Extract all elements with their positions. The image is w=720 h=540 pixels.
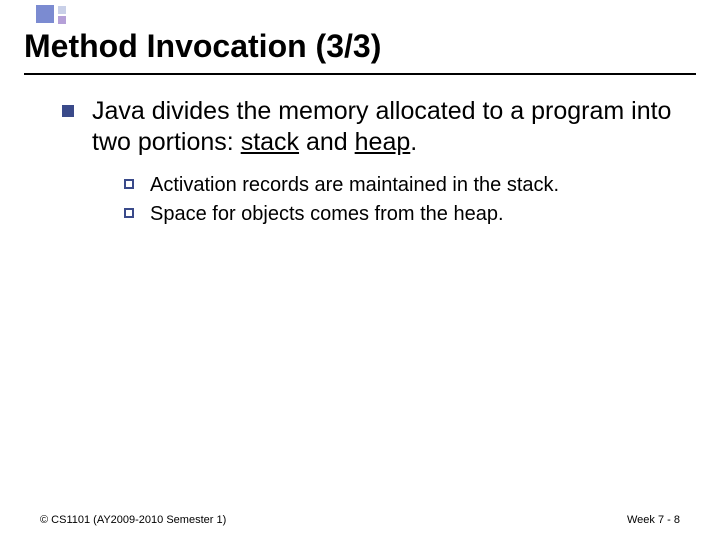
hollow-square-bullet-icon <box>124 179 134 189</box>
bullet-item: Java divides the memory allocated to a p… <box>62 96 680 159</box>
square-bullet-icon <box>62 105 74 117</box>
sub-bullet-group: Activation records are maintained in the… <box>124 173 680 227</box>
text-segment: . <box>410 128 417 156</box>
footer-page-number: Week 7 - 8 <box>627 514 680 526</box>
corner-decoration <box>36 0 80 28</box>
sub-bullet-item: Space for objects comes from the heap. <box>124 202 680 227</box>
decoration-square-icon <box>58 6 66 14</box>
sub-bullet-text: Space for objects comes from the heap. <box>150 202 504 227</box>
sub-bullet-text: Activation records are maintained in the… <box>150 173 559 198</box>
slide: Method Invocation (3/3) Java divides the… <box>0 0 720 540</box>
underlined-term: heap <box>355 128 411 156</box>
decoration-square-icon <box>36 5 54 23</box>
title-area: Method Invocation (3/3) <box>24 28 696 75</box>
underlined-term: stack <box>241 128 299 156</box>
sub-bullet-item: Activation records are maintained in the… <box>124 173 680 198</box>
decoration-square-icon <box>58 16 66 24</box>
footer-copyright: © CS1101 (AY2009-2010 Semester 1) <box>40 514 226 526</box>
slide-title: Method Invocation (3/3) <box>24 28 696 71</box>
bullet-text: Java divides the memory allocated to a p… <box>92 96 680 159</box>
title-divider <box>24 73 696 75</box>
hollow-square-bullet-icon <box>124 208 134 218</box>
text-segment: and <box>299 128 355 156</box>
body-area: Java divides the memory allocated to a p… <box>62 96 680 231</box>
